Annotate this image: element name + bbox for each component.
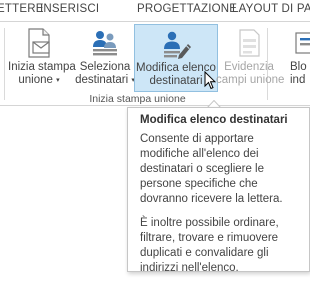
tab-progettazione[interactable]: PROGETTAZIONE (137, 3, 237, 15)
screen-tip-line: È inoltre possibile ordinare, (140, 217, 279, 229)
screen-tip-line: persone specifiche che (140, 178, 258, 190)
screen-tip-title: Modifica elenco destinatari (140, 114, 288, 126)
ribbon-panel: Inizia stampa unione ▾ Seleziona destina… (0, 21, 310, 106)
screen-tip-paragraph: È inoltre possibile ordinare, filtrare, … (140, 216, 301, 276)
screen-tip-line: Consente di apportare (140, 133, 254, 145)
ribbon-tab-strip: ETTERE INSERISCI PROGETTAZIONE LAYOUT DI… (0, 0, 310, 21)
screen-tip-paragraph: Consente di apportare modifiche all'elen… (140, 132, 301, 207)
screen-tip-line: filtrare, trovare e rimuovere (140, 232, 279, 244)
tab-lettere[interactable]: ETTERE (0, 3, 44, 15)
screen-tip: Modifica elenco destinatari Consente di … (127, 107, 310, 274)
mouse-pointer-icon (204, 70, 217, 95)
select-recipients-label-1: Seleziona (79, 61, 131, 73)
address-block-label-1: Blo (290, 61, 307, 73)
highlight-fields-icon (233, 27, 265, 59)
highlight-merge-fields-label-2: campi unione (216, 74, 285, 86)
start-mail-merge-button[interactable]: Inizia stampa unione ▾ (8, 24, 76, 92)
select-recipients-label-2: destinatari (75, 74, 129, 86)
recipients-icon (89, 27, 121, 59)
screen-tip-line: dovranno ricevere la lettera. (140, 193, 283, 205)
edit-recipient-list-icon (160, 28, 192, 60)
chevron-down-icon: ▾ (56, 77, 60, 84)
word-window-crop: ETTERE INSERISCI PROGETTAZIONE LAYOUT DI… (0, 0, 310, 285)
group-label-start-mail-merge: Inizia stampa unione (89, 93, 186, 105)
screen-tip-line: indirizzi nell'elenco. (140, 262, 239, 274)
screen-tip-body: Consente di apportare modifiche all'elen… (140, 132, 301, 276)
screen-tip-line: duplicati e convalidare gli (140, 247, 269, 259)
address-block-label-2: ind (290, 74, 306, 86)
tab-inserisci[interactable]: INSERISCI (40, 3, 99, 15)
highlight-merge-fields-label-1: Evidenzia (224, 61, 274, 73)
address-block-icon (292, 27, 310, 59)
start-mail-merge-label-2: unione (18, 74, 53, 86)
document-mail-merge-icon (23, 27, 55, 59)
start-mail-merge-label-1: Inizia stampa (8, 61, 76, 73)
select-recipients-button[interactable]: Seleziona destinatari ▾ (74, 24, 136, 92)
group-separator (4, 28, 5, 100)
screen-tip-line: modifiche all'elenco dei (140, 148, 259, 160)
highlight-merge-fields-button[interactable]: Evidenzia campi unione (216, 24, 285, 92)
screen-tip-line: destinatari o scegliere le (140, 163, 265, 175)
address-block-button[interactable]: Blo ind (290, 24, 310, 92)
tab-layout-di-pagina[interactable]: LAYOUT DI PAGINA (232, 3, 310, 15)
